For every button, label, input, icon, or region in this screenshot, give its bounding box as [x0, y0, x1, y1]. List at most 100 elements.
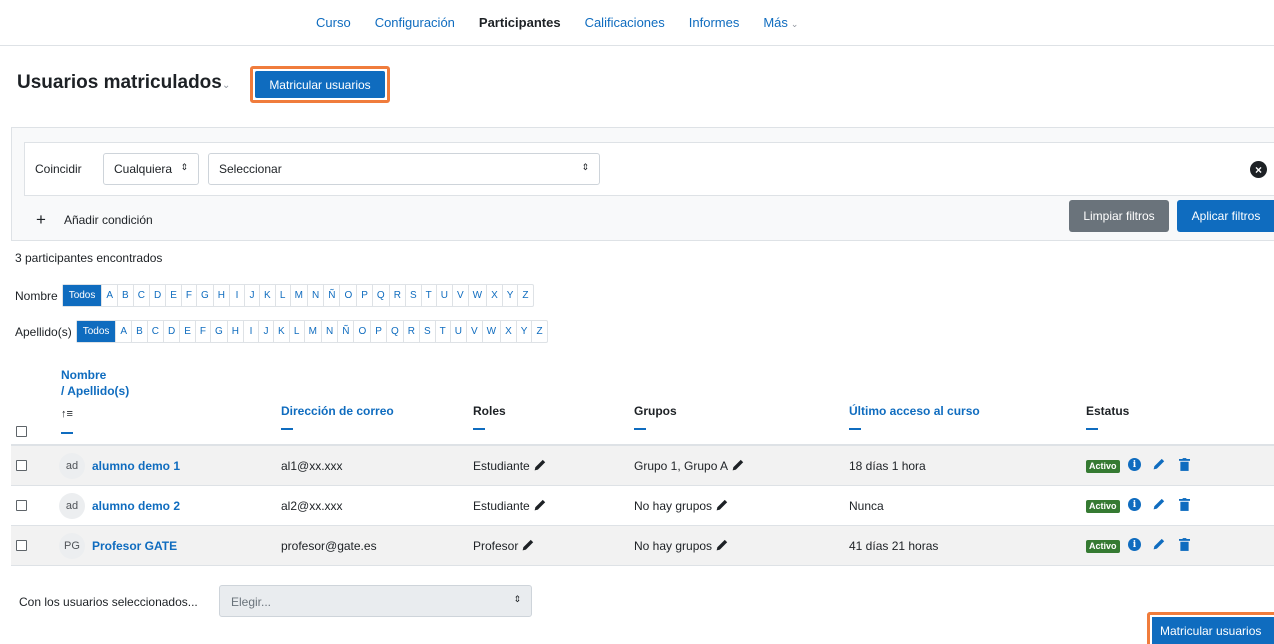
info-icon[interactable]: i	[1128, 498, 1141, 511]
initial-all[interactable]: Todos	[76, 321, 116, 342]
info-icon[interactable]: i	[1128, 538, 1141, 551]
initial-letter[interactable]: R	[388, 285, 405, 306]
initial-letter[interactable]: M	[289, 285, 307, 306]
initial-letter[interactable]: R	[402, 321, 419, 342]
initial-letter[interactable]: B	[117, 285, 133, 306]
trash-icon[interactable]	[1179, 538, 1190, 551]
initial-letter[interactable]: M	[303, 321, 321, 342]
initial-letter[interactable]: X	[486, 285, 502, 306]
name-sort-link[interactable]: Nombre	[61, 368, 106, 382]
email-column-header[interactable]: Dirección de correo	[281, 404, 394, 430]
nav-item-configuracion[interactable]: Configuración	[375, 15, 455, 30]
initial-letter[interactable]: X	[500, 321, 516, 342]
initial-letter[interactable]: F	[194, 321, 210, 342]
initial-letter[interactable]: Z	[517, 285, 532, 306]
initial-letter[interactable]: I	[243, 321, 258, 342]
initial-letter[interactable]: E	[165, 285, 181, 306]
add-condition-button[interactable]: + Añadir condición	[36, 210, 153, 230]
filter-type-select[interactable]: Seleccionar ⇕	[208, 153, 600, 185]
initial-letter[interactable]: K	[273, 321, 289, 342]
initial-letter[interactable]: C	[146, 321, 163, 342]
user-name-link[interactable]: Profesor GATE	[92, 539, 177, 553]
initial-letter[interactable]: J	[258, 321, 273, 342]
pencil-icon[interactable]	[715, 499, 728, 512]
match-select[interactable]: Cualquiera ⇕	[103, 153, 199, 185]
collapse-icon[interactable]	[473, 428, 485, 430]
enrol-users-button-bottom[interactable]: Matricular usuarios	[1152, 617, 1274, 644]
initial-letter[interactable]: I	[228, 285, 244, 306]
collapse-icon[interactable]	[281, 428, 293, 430]
initial-letter[interactable]: N	[321, 321, 337, 342]
initial-letter[interactable]: Ñ	[323, 285, 339, 306]
initial-letter[interactable]: Y	[515, 321, 532, 342]
bulk-actions-select[interactable]: Elegir... ⇕	[219, 585, 532, 617]
nav-item-informes[interactable]: Informes	[689, 15, 740, 30]
row-checkbox[interactable]	[16, 500, 27, 511]
initial-letter[interactable]: L	[274, 285, 290, 306]
initial-letter[interactable]: J	[243, 285, 259, 306]
collapse-icon[interactable]	[634, 428, 646, 430]
initial-letter[interactable]: W	[481, 321, 500, 342]
select-all-checkbox[interactable]	[16, 426, 27, 437]
pencil-icon[interactable]	[1152, 458, 1165, 471]
last-access-column-header[interactable]: Último acceso al curso	[849, 404, 980, 430]
initial-letter[interactable]: H	[226, 321, 243, 342]
initial-letter[interactable]: V	[465, 321, 482, 342]
initial-letter[interactable]: P	[370, 321, 386, 342]
initial-letter[interactable]: S	[404, 285, 421, 306]
pencil-icon[interactable]	[533, 499, 546, 512]
initial-all[interactable]: Todos	[62, 285, 102, 306]
initial-letter[interactable]: A	[115, 321, 131, 342]
initial-letter[interactable]: V	[451, 285, 468, 306]
initial-letter[interactable]: H	[212, 285, 229, 306]
initial-letter[interactable]: F	[180, 285, 196, 306]
chevron-down-icon[interactable]: ⌄	[222, 80, 230, 91]
nav-item-curso[interactable]: Curso	[316, 15, 351, 30]
pencil-icon[interactable]	[1152, 538, 1165, 551]
initial-letter[interactable]: Ñ	[337, 321, 353, 342]
enrol-users-button[interactable]: Matricular usuarios	[255, 71, 385, 98]
apply-filters-button[interactable]: Aplicar filtros	[1177, 200, 1274, 232]
initial-letter[interactable]: T	[434, 321, 450, 342]
trash-icon[interactable]	[1179, 458, 1190, 471]
initial-letter[interactable]: Y	[501, 285, 518, 306]
row-checkbox[interactable]	[16, 460, 27, 471]
trash-icon[interactable]	[1179, 498, 1190, 511]
initial-letter[interactable]: G	[209, 321, 227, 342]
nav-item-calificaciones[interactable]: Calificaciones	[585, 15, 665, 30]
name-column-header[interactable]: Nombre / Apellido(s)	[61, 367, 129, 399]
initial-letter[interactable]: G	[195, 285, 213, 306]
initial-letter[interactable]: Q	[371, 285, 389, 306]
info-icon[interactable]: i	[1128, 458, 1141, 471]
close-circle-icon[interactable]: ×	[1250, 161, 1267, 178]
row-checkbox[interactable]	[16, 540, 27, 551]
initial-letter[interactable]: U	[435, 285, 452, 306]
page-title[interactable]: Usuarios matriculados	[17, 72, 222, 94]
initial-letter[interactable]: O	[339, 285, 356, 306]
initial-letter[interactable]: Q	[385, 321, 403, 342]
user-name-link[interactable]: alumno demo 2	[92, 499, 180, 513]
initial-letter[interactable]: P	[356, 285, 372, 306]
initial-letter[interactable]: C	[132, 285, 149, 306]
pencil-icon[interactable]	[533, 459, 546, 472]
pencil-icon[interactable]	[1152, 498, 1165, 511]
pencil-icon[interactable]	[731, 459, 744, 472]
initial-letter[interactable]: B	[131, 321, 147, 342]
initial-letter[interactable]: D	[148, 285, 165, 306]
initial-letter[interactable]: K	[258, 285, 275, 306]
initial-letter[interactable]: E	[179, 321, 195, 342]
initial-letter[interactable]: S	[418, 321, 435, 342]
pencil-icon[interactable]	[715, 539, 728, 552]
initial-letter[interactable]: A	[101, 285, 117, 306]
initial-letter[interactable]: N	[307, 285, 323, 306]
initial-letter[interactable]: T	[420, 285, 436, 306]
clear-filters-button[interactable]: Limpiar filtros	[1069, 200, 1169, 232]
initial-letter[interactable]: U	[449, 321, 466, 342]
user-name-link[interactable]: alumno demo 1	[92, 459, 180, 473]
lastname-sort-link[interactable]: / Apellido(s)	[61, 384, 129, 398]
nav-item-mas[interactable]: Más ⌄	[763, 15, 798, 30]
initial-letter[interactable]: W	[467, 285, 486, 306]
initial-letter[interactable]: L	[288, 321, 304, 342]
initial-letter[interactable]: Z	[531, 321, 546, 342]
collapse-icon[interactable]	[1086, 428, 1098, 430]
